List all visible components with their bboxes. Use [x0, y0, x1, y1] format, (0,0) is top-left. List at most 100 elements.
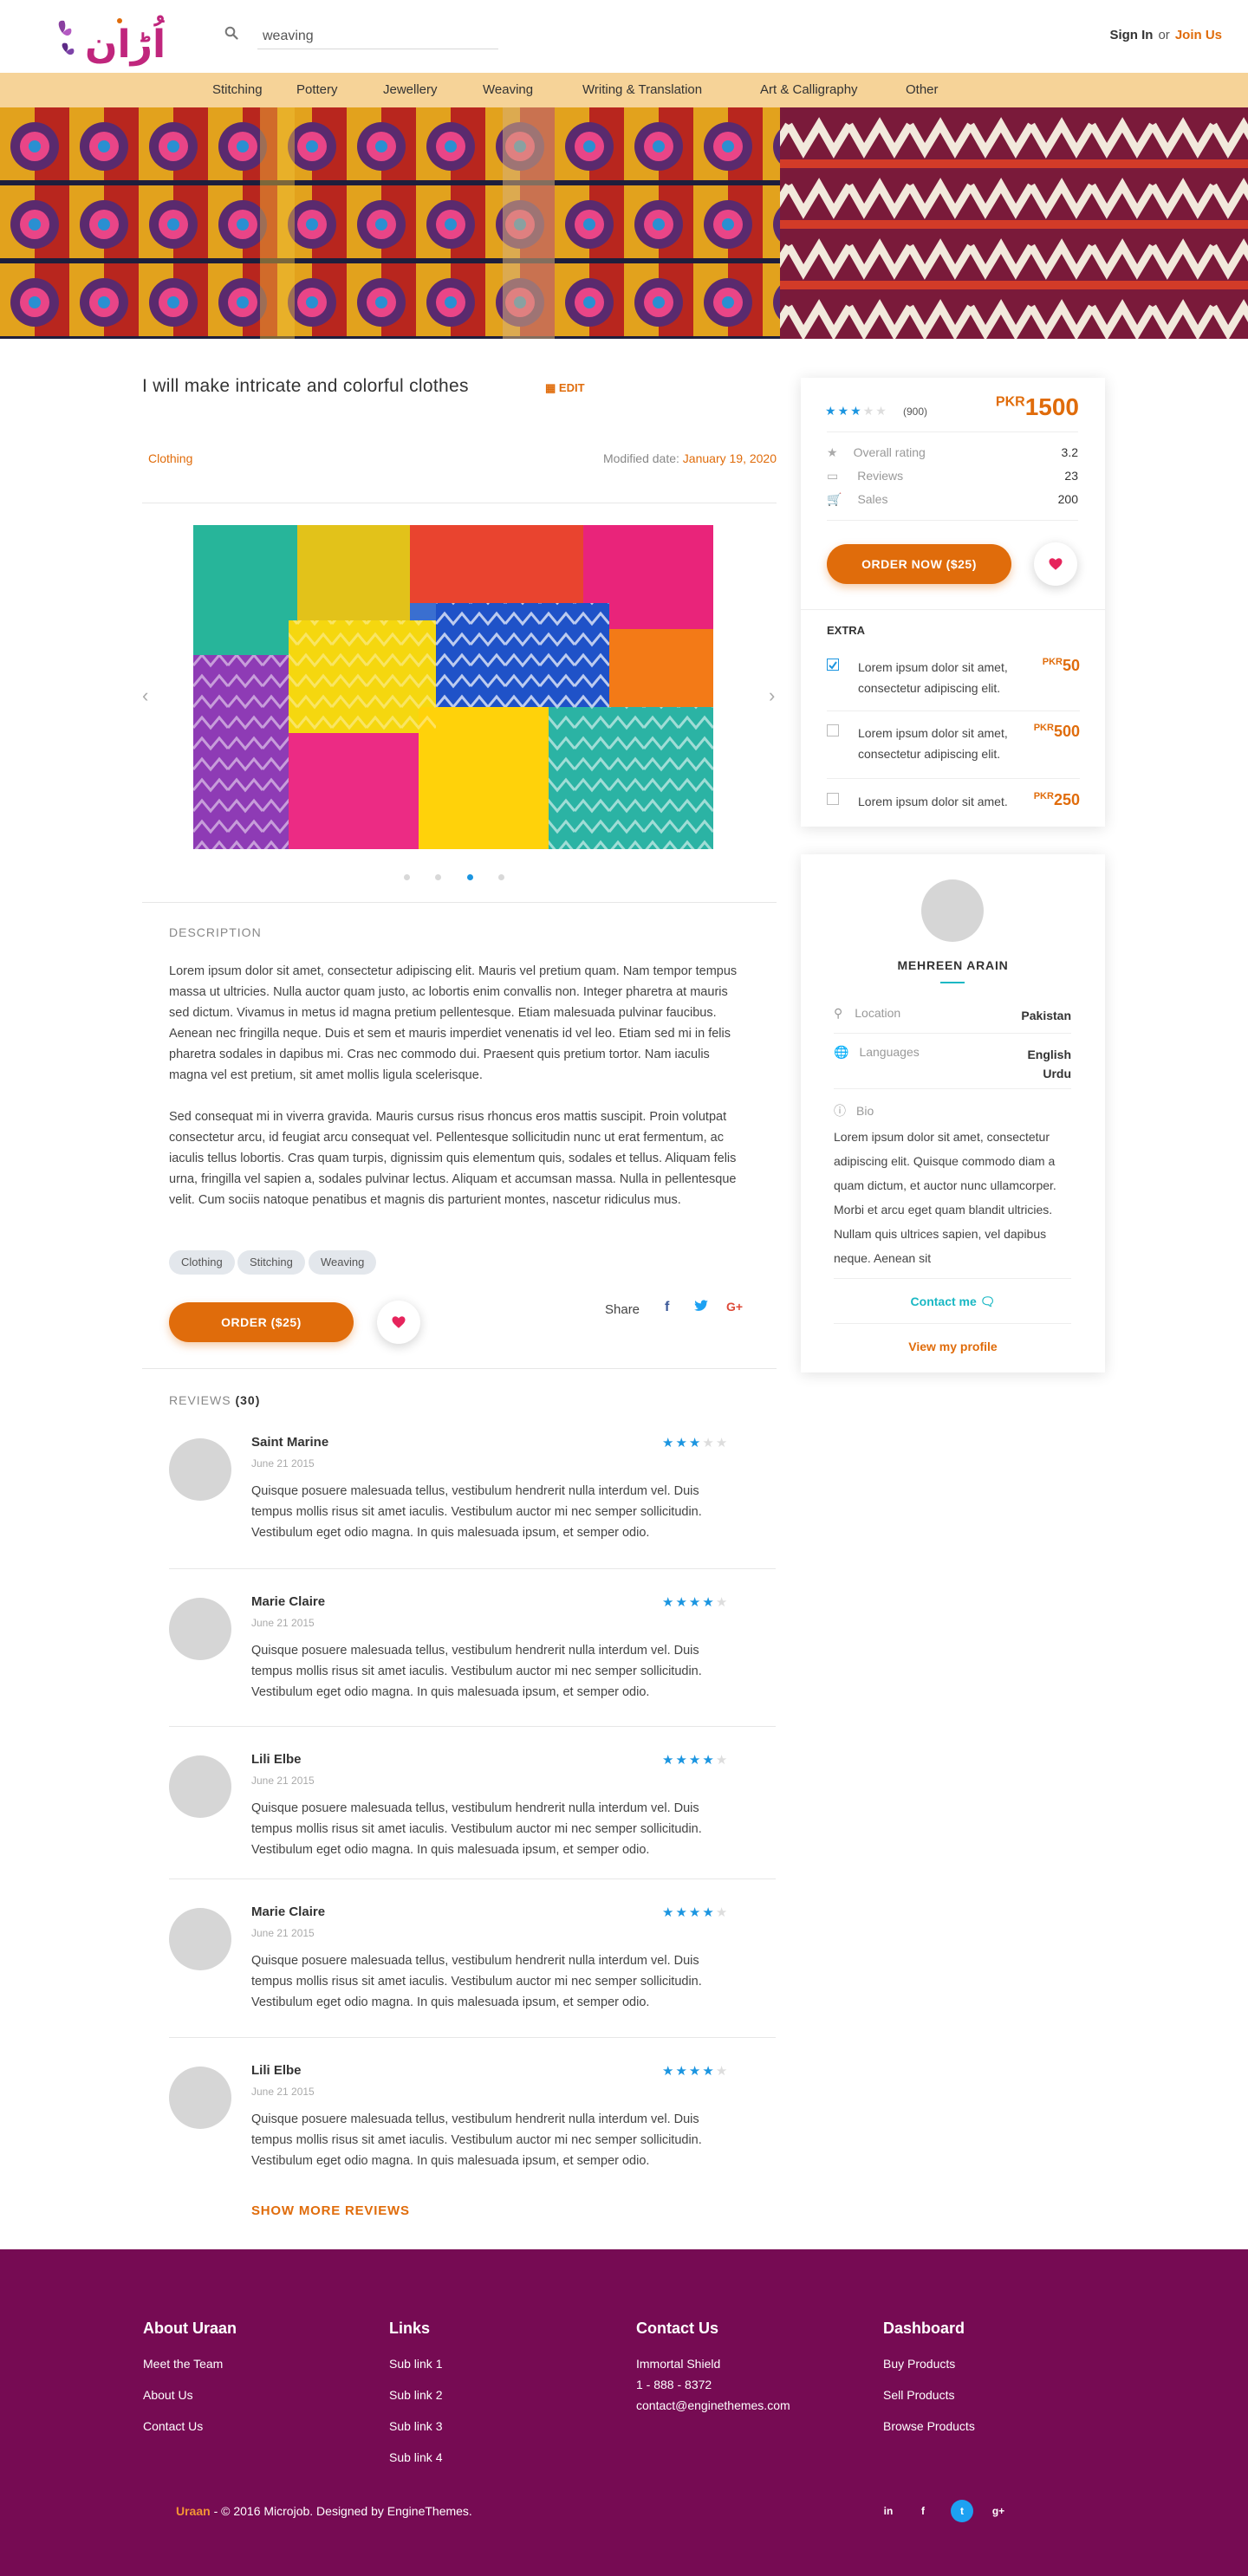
footer-link[interactable]: Immortal Shield	[636, 2357, 720, 2371]
extra-label: EXTRA	[827, 624, 866, 637]
footer-link[interactable]: Meet the Team	[143, 2357, 223, 2371]
extra-price: PKR500	[1034, 723, 1080, 741]
checkbox-checked[interactable]	[827, 659, 839, 671]
gig-title: I will make intricate and colorful cloth…	[142, 376, 469, 396]
google-plus-icon[interactable]: g+	[987, 2500, 1010, 2522]
contact-me-link[interactable]: Contact me 🗨	[801, 1294, 1105, 1309]
star-filled-icon: ★	[688, 1753, 703, 1768]
reviews-label-text: REVIEWS	[169, 1393, 231, 1407]
location-label: Location	[855, 1006, 901, 1020]
nav-item-weaving[interactable]: Weaving	[483, 73, 533, 107]
review-text: Quisque posuere malesuada tellus, vestib…	[251, 1484, 702, 1540]
favorite-button[interactable]	[377, 1301, 420, 1344]
nav-item-writing-translation[interactable]: Writing & Translation	[582, 73, 702, 107]
review-date: June 21 2015	[251, 1927, 315, 1939]
reviewer-name[interactable]: Marie Claire	[251, 1594, 325, 1609]
reviewer-avatar[interactable]	[169, 1598, 231, 1660]
nav-item-art-calligraphy[interactable]: Art & Calligraphy	[760, 73, 858, 107]
twitter-icon[interactable]	[694, 1300, 708, 1316]
reviewer-avatar[interactable]	[169, 2067, 231, 2129]
footer-link[interactable]: About Us	[143, 2388, 193, 2402]
review-text: Quisque posuere malesuada tellus, vestib…	[251, 1954, 702, 2009]
footer-link[interactable]: Sub link 1	[389, 2357, 442, 2371]
checkbox[interactable]	[827, 724, 839, 736]
star-filled-icon: ★	[702, 1753, 716, 1768]
search-input[interactable]	[257, 23, 498, 49]
extra-text: Lorem ipsum dolor sit amet, consectetur …	[858, 660, 1008, 695]
hero-banner	[0, 107, 1248, 339]
edit-link[interactable]: ▦ EDIT	[545, 381, 585, 395]
footer-link[interactable]: Browse Products	[883, 2419, 975, 2433]
star-empty-icon: ★	[715, 1595, 730, 1610]
uraan-logo[interactable]: اُڑان	[54, 7, 173, 71]
footer-link[interactable]: 1 - 888 - 8372	[636, 2378, 712, 2391]
facebook-icon[interactable]: f	[665, 1300, 669, 1315]
order-button[interactable]: ORDER ($25)	[169, 1302, 354, 1342]
reviewer-name[interactable]: Marie Claire	[251, 1904, 325, 1919]
gallery-prev-arrow[interactable]: ‹	[142, 685, 148, 707]
reviewer-name[interactable]: Lili Elbe	[251, 2063, 302, 2078]
reviewer-name[interactable]: Lili Elbe	[251, 1752, 302, 1767]
gallery-dot[interactable]	[498, 874, 504, 880]
star-empty-icon: ★	[715, 1436, 730, 1450]
star-filled-icon: ★	[688, 1905, 703, 1920]
gallery-dot[interactable]	[404, 874, 410, 880]
gig-category[interactable]: Clothing	[148, 451, 192, 465]
footer-link[interactable]: Sub link 4	[389, 2450, 442, 2464]
divider	[169, 2037, 776, 2038]
tag-chip[interactable]: Stitching	[237, 1250, 305, 1275]
footer-link[interactable]: Sell Products	[883, 2388, 954, 2402]
review-text: Quisque posuere malesuada tellus, vestib…	[251, 2112, 702, 2168]
sign-in-link[interactable]: Sign In	[1109, 28, 1153, 42]
favorite-button[interactable]	[1034, 542, 1077, 586]
extra-currency: PKR	[1033, 723, 1054, 733]
footer-brand[interactable]: Uraan	[176, 2504, 211, 2518]
join-us-link[interactable]: Join Us	[1175, 28, 1222, 42]
price-currency: PKR	[995, 394, 1025, 410]
heart-icon	[1049, 558, 1063, 570]
search-icon[interactable]	[224, 26, 238, 40]
footer-link[interactable]: Sub link 2	[389, 2388, 442, 2402]
seller-name[interactable]: MEHREEN ARAIN	[801, 958, 1105, 972]
divider	[169, 1878, 776, 1879]
nav-item-jewellery[interactable]: Jewellery	[383, 73, 438, 107]
language: English	[1027, 1048, 1071, 1061]
reviewer-avatar[interactable]	[169, 1908, 231, 1970]
twitter-icon[interactable]: t	[951, 2500, 973, 2522]
gallery-dot-active[interactable]	[467, 874, 473, 880]
cart-icon: 🛒	[827, 492, 842, 506]
checkbox[interactable]	[827, 793, 839, 805]
star-empty-icon: ★	[715, 1753, 730, 1768]
google-plus-icon[interactable]: G+	[726, 1300, 743, 1314]
order-now-button[interactable]: ORDER NOW ($25)	[827, 544, 1011, 584]
category-nav: Stitching Pottery Jewellery Weaving Writ…	[0, 73, 1248, 107]
divider	[834, 1278, 1071, 1279]
footer-link[interactable]: Sub link 3	[389, 2419, 442, 2433]
star-filled-icon: ★	[702, 1905, 716, 1920]
nav-item-pottery[interactable]: Pottery	[296, 73, 338, 107]
star-filled-icon: ★	[825, 404, 838, 418]
linkedin-icon[interactable]: in	[877, 2500, 900, 2522]
review-stars: ★★★★★	[662, 2063, 729, 2079]
footer-link[interactable]: Contact Us	[143, 2419, 203, 2433]
tag-chip[interactable]: Weaving	[309, 1250, 377, 1275]
nav-item-stitching[interactable]: Stitching	[212, 73, 263, 107]
divider	[169, 1726, 776, 1727]
reviewer-name[interactable]: Saint Marine	[251, 1435, 328, 1450]
facebook-icon[interactable]: f	[912, 2500, 934, 2522]
view-profile-link[interactable]: View my profile	[801, 1340, 1105, 1353]
nav-item-other[interactable]: Other	[906, 73, 939, 107]
seller-avatar[interactable]	[921, 879, 984, 942]
footer-link[interactable]: Buy Products	[883, 2357, 955, 2371]
chat-icon: 🗨	[979, 1294, 996, 1308]
review-stars: ★★★★★	[662, 1435, 729, 1450]
gallery-next-arrow[interactable]: ›	[769, 685, 775, 707]
show-more-reviews-button[interactable]: SHOW MORE REVIEWS	[251, 2203, 410, 2218]
gallery-dot[interactable]	[435, 874, 441, 880]
footer-link[interactable]: contact@enginethemes.com	[636, 2398, 790, 2412]
star-filled-icon: ★	[675, 1595, 689, 1610]
tag-chip[interactable]: Clothing	[169, 1250, 235, 1275]
reviewer-avatar[interactable]	[169, 1438, 231, 1501]
reviewer-avatar[interactable]	[169, 1755, 231, 1818]
contact-label: Contact me	[910, 1294, 977, 1308]
